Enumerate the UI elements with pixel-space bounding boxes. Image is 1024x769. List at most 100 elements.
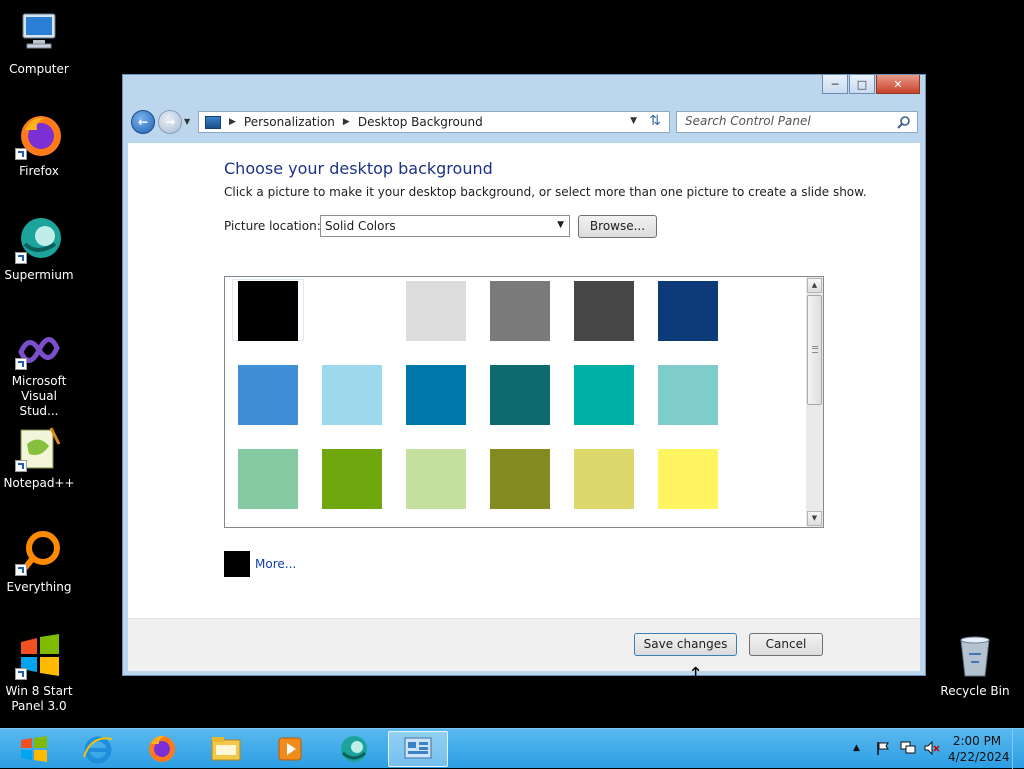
start-button[interactable] xyxy=(6,731,62,767)
taskbar-firefox[interactable] xyxy=(134,731,190,767)
taskbar-media-player[interactable] xyxy=(262,731,318,767)
picture-location-label: Picture location: xyxy=(224,219,321,233)
recent-pages-dropdown[interactable]: ▼ xyxy=(184,117,194,127)
save-changes-button[interactable]: Save changes xyxy=(634,633,737,656)
desktop-icon-label: Firefox xyxy=(19,164,59,178)
refresh-icon: ⇅ xyxy=(649,113,661,129)
search-icon[interactable] xyxy=(897,115,911,129)
scroll-down-button[interactable]: ▼ xyxy=(807,511,822,526)
minimize-button[interactable]: ─ xyxy=(822,75,848,94)
color-swatch[interactable] xyxy=(490,449,550,509)
dialog-footer: Save changes Cancel xyxy=(128,618,920,671)
control-panel-icon xyxy=(205,115,221,129)
file-explorer-icon xyxy=(211,737,241,761)
shortcut-arrow-icon xyxy=(15,252,27,264)
desktop-icon-everything[interactable]: Everything xyxy=(0,528,78,595)
color-swatch[interactable] xyxy=(574,449,634,509)
color-swatch[interactable] xyxy=(574,365,634,425)
color-swatch[interactable] xyxy=(658,365,718,425)
refresh-button[interactable]: ⇅ xyxy=(649,113,661,129)
color-swatch[interactable] xyxy=(406,365,466,425)
supermium-icon xyxy=(15,216,63,264)
internet-explorer-icon xyxy=(83,736,113,764)
desktop-icon-supermium[interactable]: Supermium xyxy=(0,216,78,283)
media-player-icon xyxy=(278,737,302,761)
color-swatch[interactable] xyxy=(322,365,382,425)
back-arrow-icon: ← xyxy=(137,115,149,129)
crumb-separator-icon: ▶ xyxy=(229,117,236,127)
color-swatch[interactable] xyxy=(238,365,298,425)
breadcrumb: ▶ Personalization ▶ Desktop Background xyxy=(229,115,483,129)
firefox-icon xyxy=(149,735,175,762)
supermium-icon xyxy=(341,736,367,762)
system-clock[interactable]: 2:00 PM 4/22/2024 xyxy=(948,733,1010,765)
everything-icon xyxy=(15,528,63,576)
desktop-icon-win8-start-panel[interactable]: Win 8 Start Panel 3.0 xyxy=(0,632,78,714)
color-swatch[interactable] xyxy=(322,281,382,341)
show-hidden-icons-button[interactable]: ▲ xyxy=(853,743,860,753)
taskbar-supermium[interactable] xyxy=(326,731,382,767)
taskbar-internet-explorer[interactable] xyxy=(70,731,126,767)
taskbar-file-explorer[interactable] xyxy=(198,731,254,767)
browse-button[interactable]: Browse... xyxy=(578,215,657,238)
vertical-scrollbar[interactable]: ▲ ▼ xyxy=(806,277,823,527)
clock-date: 4/22/2024 xyxy=(948,750,1010,764)
color-swatch[interactable] xyxy=(658,449,718,509)
page-title: Choose your desktop background xyxy=(224,159,493,178)
selected-color-preview xyxy=(224,551,250,577)
address-bar[interactable]: ▶ Personalization ▶ Desktop Background ▼… xyxy=(198,111,670,133)
minimize-icon: ─ xyxy=(831,77,839,91)
color-swatch[interactable] xyxy=(490,365,550,425)
scroll-thumb[interactable] xyxy=(807,295,822,405)
color-swatch[interactable] xyxy=(658,281,718,341)
back-button[interactable]: ← xyxy=(131,110,155,134)
chevron-down-icon: ▼ xyxy=(557,220,564,230)
desktop-icon-notepad-plus-plus[interactable]: Notepad++ xyxy=(0,424,78,491)
action-center-flag-icon[interactable] xyxy=(876,741,890,758)
search-input[interactable]: Search Control Panel xyxy=(676,111,918,133)
maximize-button[interactable]: □ xyxy=(849,75,875,94)
show-desktop-button[interactable] xyxy=(1012,729,1024,769)
windows-logo-icon xyxy=(15,632,63,680)
color-swatch[interactable] xyxy=(238,281,298,341)
color-swatch[interactable] xyxy=(406,449,466,509)
address-history-dropdown[interactable]: ▼ xyxy=(630,116,637,126)
breadcrumb-personalization[interactable]: Personalization xyxy=(244,115,335,129)
page-description: Click a picture to make it your desktop … xyxy=(224,185,867,199)
visual-studio-icon xyxy=(15,330,63,370)
color-picker-grid: ▲ ▼ xyxy=(224,276,824,528)
cancel-button[interactable]: Cancel xyxy=(749,633,823,656)
recycle-bin-icon xyxy=(951,632,999,680)
more-colors-link[interactable]: More... xyxy=(255,557,296,571)
color-swatch[interactable] xyxy=(490,281,550,341)
scroll-up-button[interactable]: ▲ xyxy=(807,278,822,293)
shortcut-arrow-icon xyxy=(15,148,27,160)
taskbar: ▲ 2:00 PM 4/22/2024 xyxy=(0,728,1024,769)
close-button[interactable]: ✕ xyxy=(876,75,920,94)
chevron-down-icon: ▼ xyxy=(184,117,191,126)
picture-location-value: Solid Colors xyxy=(325,219,396,233)
taskbar-control-panel[interactable] xyxy=(388,731,448,767)
desktop-icon-computer[interactable]: Computer xyxy=(0,10,78,77)
crumb-separator-icon: ▶ xyxy=(342,117,350,127)
volume-muted-icon[interactable] xyxy=(924,740,940,758)
picture-location-select[interactable]: Solid Colors ▼ xyxy=(320,215,570,237)
shortcut-arrow-icon xyxy=(15,564,27,576)
desktop-icon-label: Supermium xyxy=(4,268,74,282)
color-swatch[interactable] xyxy=(322,449,382,509)
network-icon[interactable] xyxy=(900,741,916,758)
color-swatch[interactable] xyxy=(574,281,634,341)
desktop-icon-visual-studio[interactable]: Microsoft Visual Stud... xyxy=(0,330,78,419)
forward-arrow-icon: → xyxy=(164,115,176,129)
desktop-icon-recycle-bin[interactable]: Recycle Bin xyxy=(936,632,1014,699)
color-swatch[interactable] xyxy=(238,449,298,509)
maximize-icon: □ xyxy=(856,77,868,91)
close-icon: ✕ xyxy=(893,77,903,91)
breadcrumb-desktop-background[interactable]: Desktop Background xyxy=(358,115,483,129)
color-swatch[interactable] xyxy=(406,281,466,341)
desktop-icon-label: Microsoft Visual Stud... xyxy=(11,374,67,418)
arrow-up-icon: ▲ xyxy=(811,281,818,289)
desktop-icon-firefox[interactable]: Firefox xyxy=(0,112,78,179)
forward-button[interactable]: → xyxy=(158,110,182,134)
desktop-background-window: ─ □ ✕ ← → ▼ ▶ Personalization ▶ Desktop … xyxy=(122,74,926,676)
